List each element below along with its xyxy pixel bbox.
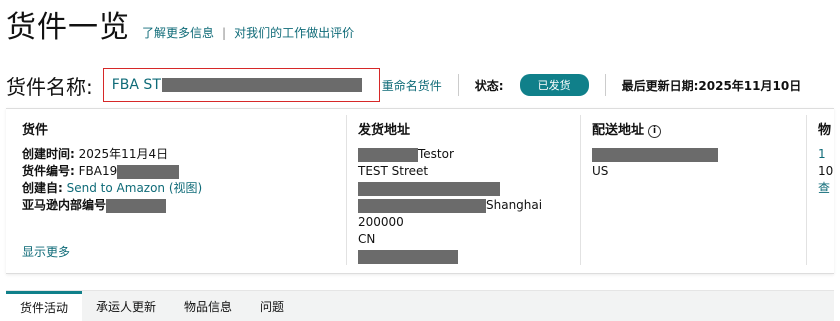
fourth-column-title: 物 [818,123,832,138]
column-divider [806,115,807,265]
ship-to-country: US [592,164,609,178]
ship-from-postal: 200000 [358,215,404,229]
shipment-summary-card: 货件 创建时间: 2025年11月4日 货件编号: FBA19 创建自: Sen… [6,108,834,274]
redacted-block [358,147,418,162]
internal-id-row: 亚马逊内部编号 [22,197,342,214]
shipment-details-title: 货件 [22,123,49,138]
divider [457,74,459,96]
page-title: 货件一览 [6,10,130,45]
ship-to-column: 配送地址 i US [592,119,792,180]
redacted-block [358,181,500,196]
shipment-number-label: 货件编号: [22,164,75,178]
ship-from-redacted-phone [358,248,568,265]
redacted-block [358,198,486,213]
fourth-column-line-3[interactable]: 查 [818,180,834,197]
redacted-block [592,147,718,162]
redacted-block [117,164,180,179]
last-updated-label: 最后更新日期: [621,78,699,93]
created-from-label: 创建自: [22,181,63,195]
show-more-link[interactable]: 显示更多 [22,244,342,261]
ship-from-column: 发货地址 Testor TEST Street Shanghai 200000 … [358,119,568,265]
page-header: 货件一览 了解更多信息 | 对我们的工作做出评价 [6,2,354,46]
created-value: 2025年11月4日 [78,147,169,161]
redacted-block [161,78,362,92]
column-divider [346,115,347,265]
status-label: 状态: [474,78,504,93]
shipment-number-value: FBA19 [78,164,118,178]
divider [604,74,606,96]
tab-carrier-updates[interactable]: 承运人更新 [82,291,170,321]
ship-to-title: 配送地址 [592,123,645,138]
shipment-name-value: FBA ST [111,77,161,93]
shipment-details-column: 货件 创建时间: 2025年11月4日 货件编号: FBA19 创建自: Sen… [22,119,342,261]
ship-from-city: Shanghai [486,198,543,212]
info-icon[interactable]: i [648,125,662,138]
created-from-row: 创建自: Send to Amazon (视图) [22,180,342,197]
redacted-block [358,249,458,264]
fourth-column-line-1[interactable]: 1 [818,146,834,163]
created-label: 创建时间: [22,147,75,161]
internal-id-label: 亚马逊内部编号 [22,198,107,212]
header-links: 了解更多信息 | 对我们的工作做出评价 [142,24,354,41]
ship-from-name: Testor [358,146,568,163]
link-separator: | [222,25,227,40]
redacted-block [106,198,167,213]
ship-to-title-row: 配送地址 i [592,119,792,138]
tab-item-info[interactable]: 物品信息 [170,291,246,321]
shipment-name-box: FBA ST [102,68,380,102]
tab-issues[interactable]: 问题 [246,291,298,321]
rename-shipment-link[interactable]: 重命名货件 [382,77,442,94]
tab-bar: 货件活动 承运人更新 物品信息 问题 [6,290,834,321]
shipment-number-row: 货件编号: FBA19 [22,163,342,180]
ship-to-redacted-line [592,146,792,163]
ship-from-country: CN [358,232,376,246]
ship-from-name-suffix: Testor [418,147,454,161]
status-badge: 已发货 [519,74,589,96]
ship-from-redacted-line [358,180,568,197]
fourth-column-line-2: 10 [818,164,834,178]
ship-from-title: 发货地址 [358,123,411,138]
last-updated-value: 2025年11月10日 [698,78,802,93]
tab-shipment-activity[interactable]: 货件活动 [6,291,83,321]
feedback-link[interactable]: 对我们的工作做出评价 [234,24,354,41]
created-row: 创建时间: 2025年11月4日 [22,146,342,163]
column-divider [580,115,581,265]
ship-from-street: TEST Street [358,164,429,178]
shipment-name-row: 货件名称: FBA ST 重命名货件 状态: 已发货 最后更新日期: 2025年… [6,66,836,104]
send-to-amazon-link[interactable]: Send to Amazon (视图) [67,181,203,195]
fourth-column: 物 1 10 查 [818,119,834,197]
learn-more-link[interactable]: 了解更多信息 [142,24,214,41]
shipment-name-label: 货件名称: [6,74,93,99]
ship-from-city-line: Shanghai [358,197,568,214]
